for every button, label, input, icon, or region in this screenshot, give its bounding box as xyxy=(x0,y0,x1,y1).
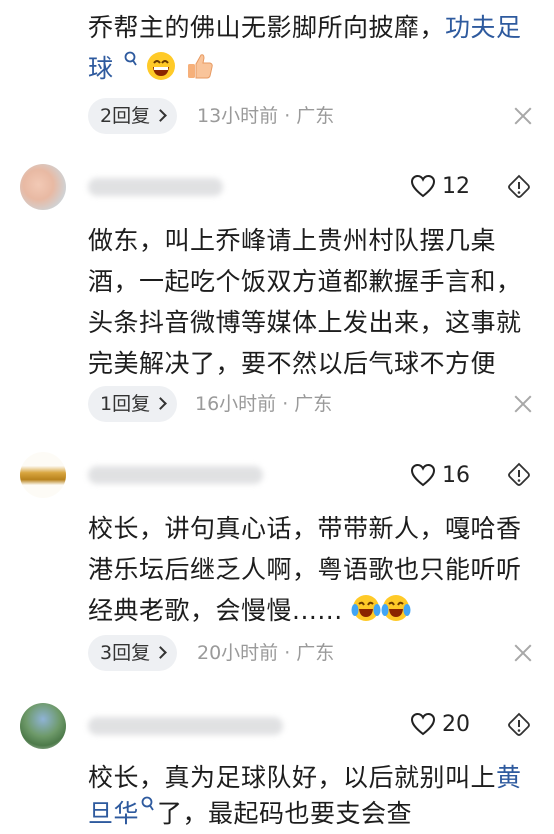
keyword-link[interactable]: 旦华 xyxy=(88,799,139,828)
like-count: 12 xyxy=(442,174,470,199)
crying-laughing-emoji-icon xyxy=(351,595,381,621)
replies-button[interactable]: 3回复 xyxy=(88,635,178,671)
search-icon xyxy=(141,796,154,811)
comment-text-line: 球 xyxy=(88,48,215,89)
comment-meta: 13小时前 · 广东 xyxy=(197,105,335,127)
like-button[interactable]: 12 xyxy=(410,172,470,202)
share-icon[interactable] xyxy=(506,174,532,200)
comment-meta: 20小时前 · 广东 xyxy=(197,642,335,664)
username-blurred[interactable] xyxy=(88,717,283,735)
share-icon[interactable] xyxy=(506,462,532,488)
close-icon[interactable] xyxy=(512,642,534,664)
chevron-right-icon xyxy=(154,397,167,410)
share-icon[interactable] xyxy=(506,712,532,738)
like-button[interactable]: 20 xyxy=(410,710,470,740)
username-blurred[interactable] xyxy=(88,466,263,484)
like-count: 20 xyxy=(442,712,470,737)
like-count: 16 xyxy=(442,463,470,488)
crying-laughing-emoji-icon xyxy=(381,595,411,621)
comment-text-line: 做东，叫上乔峰请上贵州村队摆几桌 xyxy=(88,226,497,255)
close-icon[interactable] xyxy=(512,105,534,127)
search-icon xyxy=(124,51,137,66)
keyword-link[interactable]: 球 xyxy=(88,54,114,83)
keyword-link[interactable]: 功夫足 xyxy=(445,13,522,42)
heart-icon xyxy=(410,463,436,487)
replies-button[interactable]: 2回复 xyxy=(88,98,178,134)
heart-icon xyxy=(410,174,436,198)
comment-text-line: 完美解决了，要不然以后气球不方便 xyxy=(88,349,497,378)
grin-emoji-icon xyxy=(147,52,176,80)
avatar[interactable] xyxy=(20,703,66,749)
comment-text-part: 了，最起码也要支会查 xyxy=(157,799,413,828)
keyword-link[interactable]: 黄 xyxy=(496,763,522,792)
comment-text-line: 校长，真为足球队好，以后就别叫上黄 xyxy=(88,757,522,798)
like-button[interactable]: 16 xyxy=(410,461,470,491)
replies-label: 2回复 xyxy=(100,105,151,127)
comment-text-line: 经典老歌，会慢慢...... xyxy=(88,590,411,631)
comment-text-part: 校长，真为足球队好，以后就别叫上 xyxy=(88,763,497,792)
avatar[interactable] xyxy=(20,164,66,210)
comment-text-line: 港乐坛后继乏人啊，粤语歌也只能听听 xyxy=(88,555,522,584)
comment-text-part: 经典老歌，会慢慢...... xyxy=(88,596,343,625)
comment-text-line: 乔帮主的佛山无影脚所向披靡，功夫足 xyxy=(88,7,522,48)
close-icon[interactable] xyxy=(512,393,534,415)
username-blurred[interactable] xyxy=(88,178,223,196)
comment-text-line: 校长，讲句真心话，带带新人，嘎哈香 xyxy=(88,514,522,543)
replies-button[interactable]: 1回复 xyxy=(88,386,178,422)
thumbs-up-emoji-icon xyxy=(187,54,213,79)
comment-text-part: 乔帮主的佛山无影脚所向披靡， xyxy=(88,13,446,42)
replies-label: 1回复 xyxy=(100,393,151,415)
chevron-right-icon xyxy=(154,646,167,659)
avatar[interactable] xyxy=(20,452,66,498)
replies-label: 3回复 xyxy=(100,642,151,664)
heart-icon xyxy=(410,712,436,736)
comment-text-line: 头条抖音微博等媒体上发出来，这事就 xyxy=(88,308,522,337)
comment-meta: 16小时前 · 广东 xyxy=(195,393,333,415)
chevron-right-icon xyxy=(154,109,167,122)
comment-text-line: 旦华 了，最起码也要支会查 xyxy=(88,793,412,834)
comment-text-line: 酒，一起吃个饭双方道都歉握手言和， xyxy=(88,267,522,296)
